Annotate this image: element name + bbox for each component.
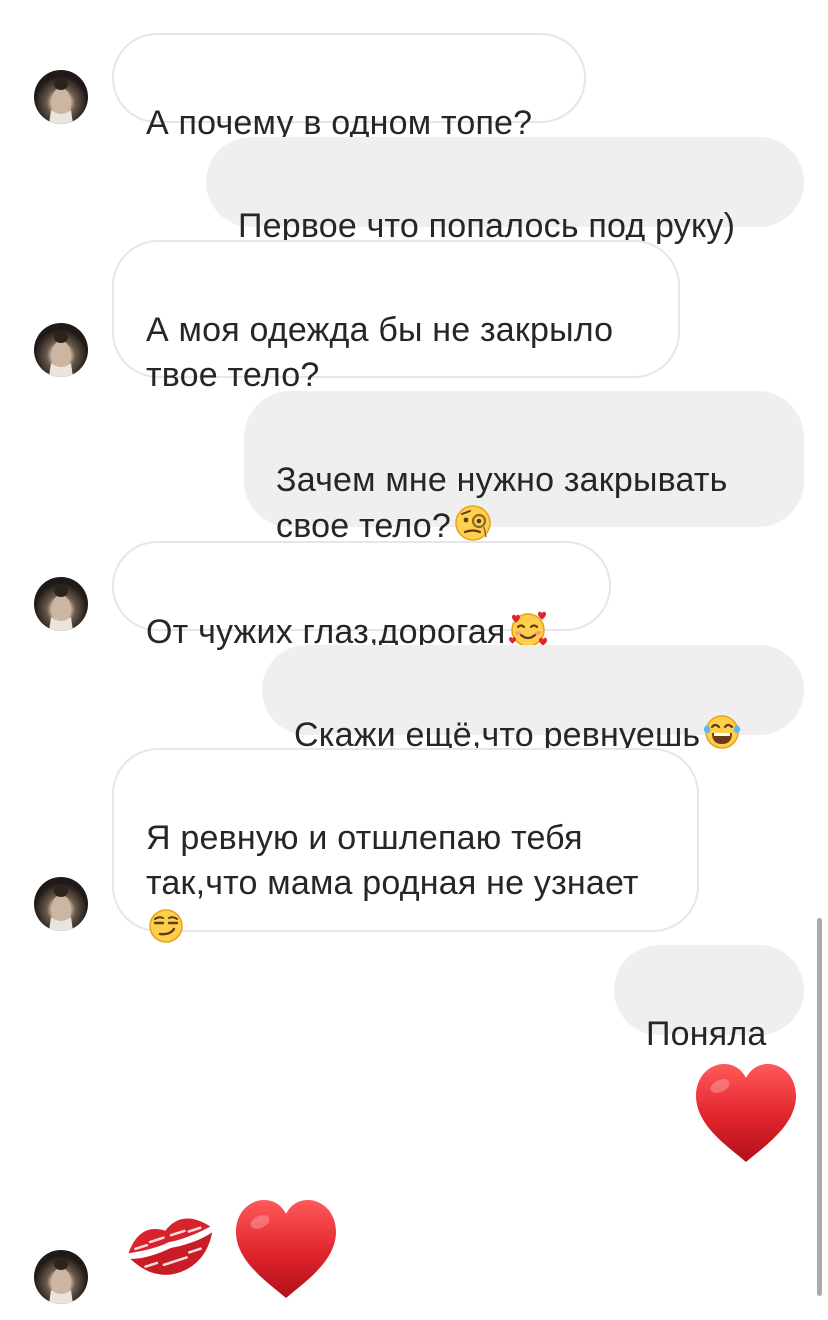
red-heart-icon[interactable] bbox=[692, 1062, 800, 1166]
avatar[interactable] bbox=[34, 577, 88, 631]
message-text: А моя одежда бы не закрыло твое тело? bbox=[146, 311, 614, 394]
message-bubble-incoming[interactable]: От чужих глаз,дорогая bbox=[112, 541, 611, 651]
message-bubble-outgoing[interactable]: Первое что попалось под руку) bbox=[206, 137, 804, 245]
message-text: Я ревную и отшлепаю тебя так,что мама ро… bbox=[146, 819, 639, 902]
message-bubble-outgoing[interactable]: Скажи ещё,что ревнуешь bbox=[262, 645, 804, 754]
message-bubble-incoming[interactable]: А моя одежда бы не закрыло твое тело? bbox=[112, 240, 680, 394]
avatar[interactable] bbox=[34, 70, 88, 124]
kiss-mark-icon[interactable] bbox=[122, 1200, 218, 1290]
message-bubble-outgoing[interactable]: Поняла bbox=[614, 945, 804, 1053]
message-bubble-incoming[interactable]: А почему в одном топе? bbox=[112, 33, 586, 142]
avatar[interactable] bbox=[34, 323, 88, 377]
avatar[interactable] bbox=[34, 1250, 88, 1304]
smirking-face-icon bbox=[146, 906, 186, 946]
message-thread: А почему в одном топе? Первое что попало… bbox=[0, 0, 828, 1320]
scrollbar[interactable] bbox=[817, 918, 822, 1296]
message-bubble-incoming[interactable]: Я ревную и отшлепаю тебя так,что мама ро… bbox=[112, 748, 699, 943]
avatar[interactable] bbox=[34, 877, 88, 931]
message-text: Поняла bbox=[646, 1015, 767, 1053]
tears-of-joy-icon bbox=[702, 712, 742, 752]
message-bubble-outgoing[interactable]: Зачем мне нужно закрывать свое тело? bbox=[244, 391, 804, 545]
message-text: Зачем мне нужно закрывать свое тело? bbox=[276, 461, 728, 545]
face-with-monocle-icon bbox=[453, 503, 493, 543]
red-heart-icon[interactable] bbox=[232, 1198, 340, 1302]
smiling-face-with-hearts-icon bbox=[508, 609, 548, 649]
